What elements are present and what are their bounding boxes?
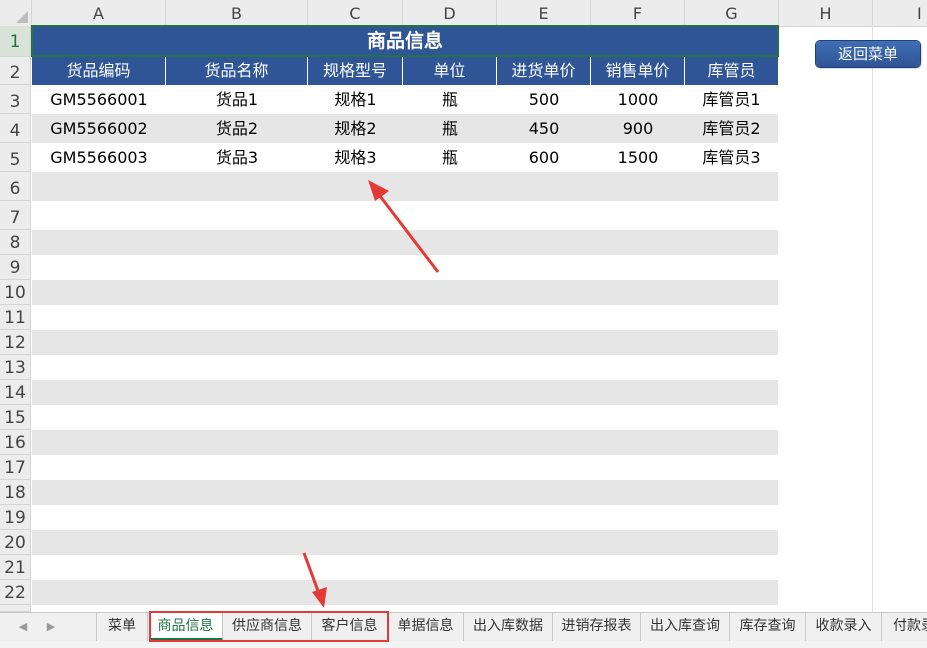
annotation-arrow-head (312, 587, 327, 608)
annotation-arrows (302, 180, 440, 608)
annotation-arrow-line (302, 552, 320, 592)
annotation-arrow-line (378, 195, 440, 273)
annotation-arrow-head (368, 180, 389, 201)
